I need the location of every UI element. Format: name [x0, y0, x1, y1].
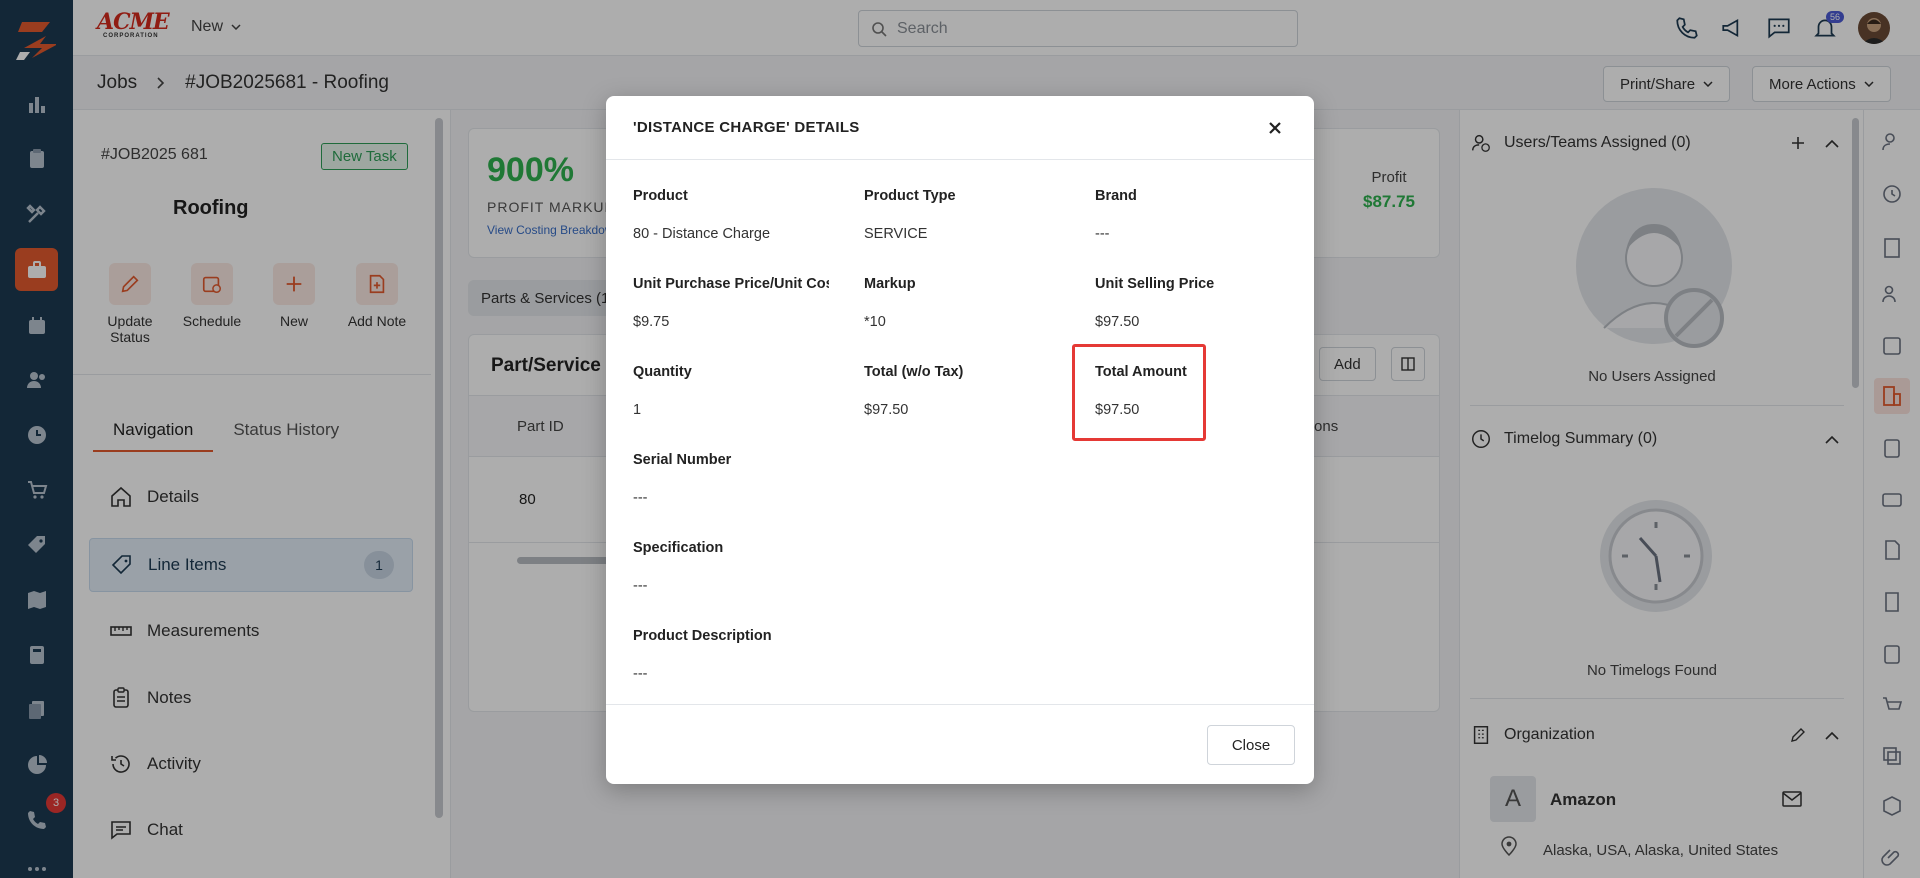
field-label: Brand — [1095, 188, 1137, 204]
field-value: $97.50 — [1095, 314, 1140, 330]
field-unit-selling-price: Unit Selling Price $97.50 — [1095, 276, 1295, 330]
highlight-box — [1072, 344, 1206, 441]
field-markup: Markup *10 — [864, 276, 1064, 330]
field-value: $97.50 — [864, 402, 909, 418]
field-label: Unit Selling Price — [1095, 276, 1215, 292]
field-specification: Specification --- — [633, 540, 833, 594]
distance-charge-details-modal: 'DISTANCE CHARGE' DETAILS Product 80 - Di… — [606, 96, 1314, 784]
field-label: Product Type — [864, 188, 956, 204]
field-label: Product — [633, 188, 688, 204]
field-label: Quantity — [633, 364, 692, 380]
field-label: Total (w/o Tax) — [864, 364, 964, 380]
field-total-wo-tax: Total (w/o Tax) $97.50 — [864, 364, 1064, 418]
modal-title: 'DISTANCE CHARGE' DETAILS — [633, 119, 860, 136]
field-value: *10 — [864, 314, 886, 330]
field-product-description: Product Description --- — [633, 628, 833, 682]
field-value: 1 — [633, 402, 642, 418]
field-value: --- — [633, 578, 648, 594]
modal-header: 'DISTANCE CHARGE' DETAILS — [606, 96, 1314, 160]
field-label: Specification — [633, 540, 724, 556]
field-value: --- — [633, 490, 648, 506]
close-icon[interactable] — [1263, 116, 1287, 140]
field-value: --- — [633, 666, 648, 682]
field-value: 80 - Distance Charge — [633, 226, 771, 242]
field-unit-purchase-price: Unit Purchase Price/Unit Cost $9.75 — [633, 276, 833, 330]
field-product: Product 80 - Distance Charge — [633, 188, 833, 242]
field-label: Markup — [864, 276, 916, 292]
field-value: $9.75 — [633, 314, 670, 330]
field-value: SERVICE — [864, 226, 928, 242]
field-brand: Brand --- — [1095, 188, 1295, 242]
field-product-type: Product Type SERVICE — [864, 188, 1064, 242]
field-label: Unit Purchase Price/Unit Cost — [633, 276, 829, 292]
field-value: --- — [1095, 226, 1110, 242]
field-quantity: Quantity 1 — [633, 364, 833, 418]
modal-footer: Close — [606, 704, 1314, 784]
close-button[interactable]: Close — [1207, 725, 1295, 765]
field-label: Serial Number — [633, 452, 732, 468]
field-serial-number: Serial Number --- — [633, 452, 833, 506]
field-label: Product Description — [633, 628, 772, 644]
